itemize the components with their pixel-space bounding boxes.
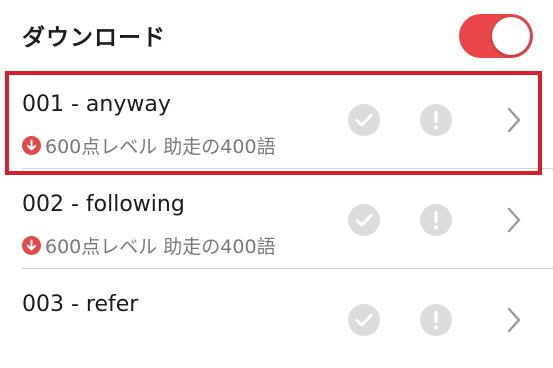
download-icon: [22, 236, 41, 255]
list-item[interactable]: 003 - refer: [0, 270, 553, 368]
download-icon: [22, 136, 41, 155]
alert-icon[interactable]: [420, 104, 452, 136]
download-toggle[interactable]: [459, 14, 533, 58]
chevron-right-icon: [507, 307, 521, 333]
item-title: 003 - refer: [22, 292, 139, 317]
item-subtitle: 600点レベル 助走の400語: [22, 132, 276, 159]
list-item[interactable]: 002 - following 600点レベル 助走の400語: [0, 170, 553, 268]
item-subtitle: 600点レベル 助走の400語: [22, 232, 276, 259]
alert-icon[interactable]: [420, 204, 452, 236]
divider: [22, 268, 553, 269]
chevron-right-icon: [507, 207, 521, 233]
list-item[interactable]: 001 - anyway 600点レベル 助走の400語: [0, 70, 553, 168]
alert-icon[interactable]: [420, 304, 452, 336]
item-title: 001 - anyway: [22, 92, 171, 117]
toggle-knob: [492, 17, 530, 55]
item-subtitle-text: 600点レベル 助走の400語: [45, 236, 276, 258]
divider: [22, 168, 553, 169]
item-subtitle-text: 600点レベル 助走の400語: [45, 136, 276, 158]
download-header: ダウンロード: [0, 0, 553, 68]
item-title: 002 - following: [22, 192, 185, 217]
download-title: ダウンロード: [22, 25, 166, 51]
check-icon[interactable]: [348, 304, 380, 336]
check-icon[interactable]: [348, 104, 380, 136]
chevron-right-icon: [507, 107, 521, 133]
check-icon[interactable]: [348, 204, 380, 236]
